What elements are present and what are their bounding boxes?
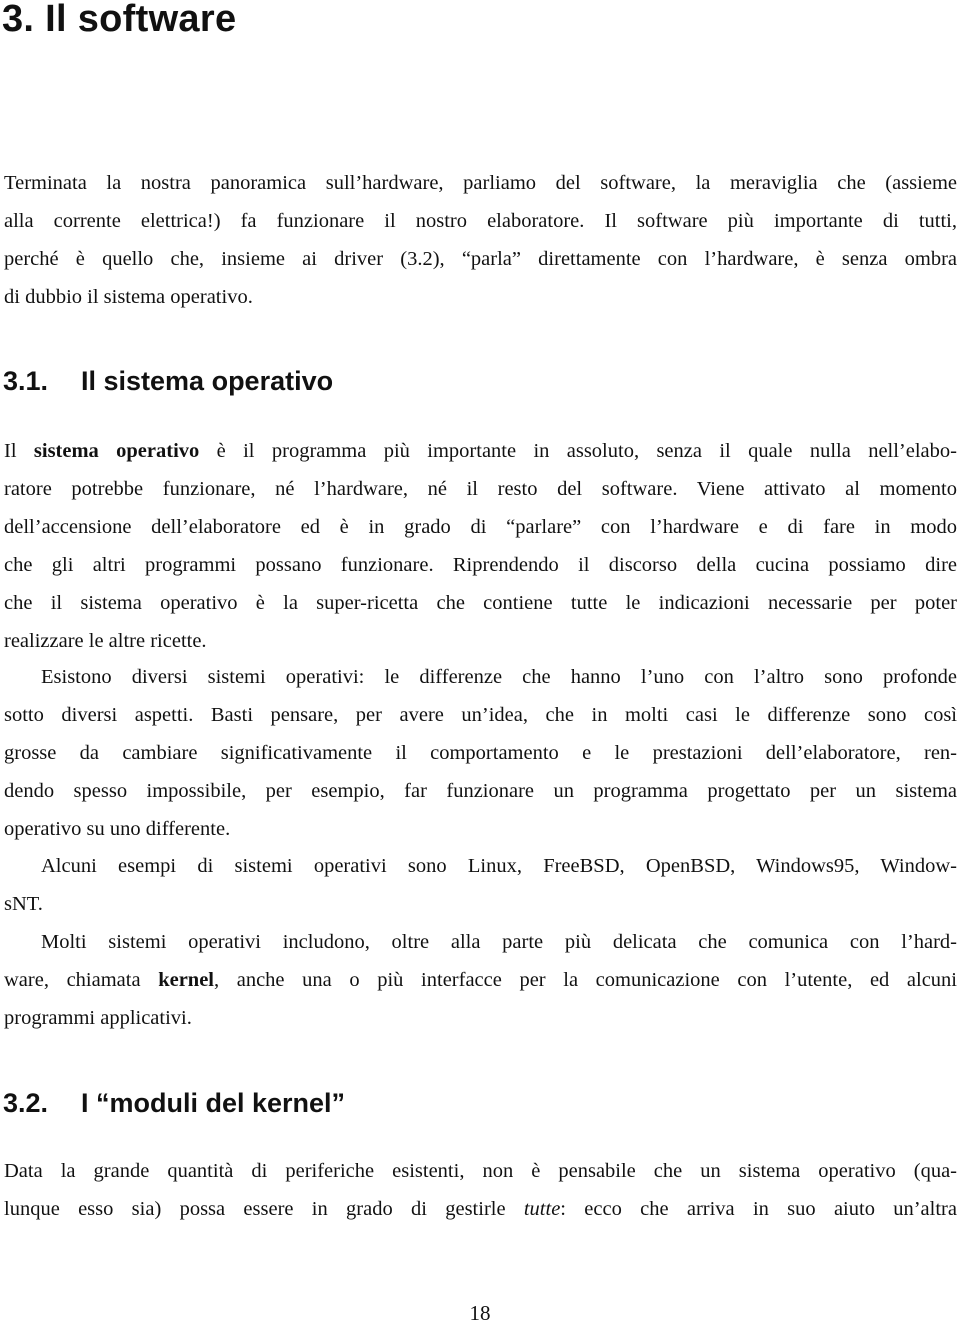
section-title: Il sistema operativo <box>81 366 334 396</box>
section-3-1-paragraph-1: Il sistema operativo è il programma più … <box>4 432 957 660</box>
bold-term: kernel <box>158 969 214 991</box>
section-number: 3.1. <box>3 366 49 396</box>
bold-term: sistema operativo <box>33 440 200 462</box>
section-3-2-paragraph-1: Data la grande quantità di periferiche e… <box>4 1152 957 1228</box>
text-line: Data la grande quantità di periferiche e… <box>4 1160 957 1182</box>
text-line: sotto diversi aspetti. Basti pensare, pe… <box>4 704 957 726</box>
text-line: Il sistema operativo è il programma più … <box>4 432 957 470</box>
text-line: realizzare le altre ricette. <box>4 630 207 652</box>
text-run: : ecco che arriva in suo aiuto un’altra <box>560 1198 957 1220</box>
text-line: Molti sistemi operativi includono, oltre… <box>41 931 957 953</box>
section-3-1-paragraph-4: Molti sistemi operativi includono, oltre… <box>4 923 957 1037</box>
text-line: grosse da cambiare significativamente il… <box>4 742 957 764</box>
text-line: Terminata la nostra panoramica sull’hard… <box>4 172 957 194</box>
text-run: , anche una o più interfacce per la comu… <box>213 969 957 991</box>
section-number: 3.2. <box>3 1088 49 1118</box>
text-line: che il sistema operativo è la super-rice… <box>4 592 957 614</box>
text-line: ware, chiamata kernel, anche una o più i… <box>4 961 957 999</box>
text-line: perché è quello che, insieme ai driver (… <box>4 248 957 270</box>
section-3-1-paragraph-3: Alcuni esempi di sistemi operativi sono … <box>4 847 957 923</box>
section-heading-3-2: 3.2. I “moduli del kernel” <box>3 1088 345 1119</box>
text-line: operativo su uno differente. <box>4 818 231 840</box>
text-run: Il <box>4 440 34 462</box>
text-run: è il programma più importante in assolut… <box>199 440 957 462</box>
italic-term: tutte <box>523 1198 561 1220</box>
text-run: lunque esso sia) possa essere in grado d… <box>4 1198 524 1220</box>
text-line: alla corrente elettrica!) fa funzionare … <box>4 210 957 232</box>
section-title: I “moduli del kernel” <box>81 1088 346 1118</box>
text-line: dendo spesso impossibile, per esempio, f… <box>4 780 957 802</box>
text-line: Alcuni esempi di sistemi operativi sono … <box>41 855 957 877</box>
text-line: lunque esso sia) possa essere in grado d… <box>4 1190 957 1228</box>
page-number: 18 <box>469 1301 491 1325</box>
text-line: sNT. <box>4 893 43 915</box>
text-line: di dubbio il sistema operativo. <box>4 286 253 308</box>
section-heading-3-1: 3.1. Il sistema operativo <box>3 366 333 397</box>
text-line: programmi applicativi. <box>4 1007 192 1029</box>
intro-paragraph: Terminata la nostra panoramica sull’hard… <box>4 164 957 316</box>
text-run: ware, chiamata <box>4 969 159 991</box>
text-line: Esistono diversi sistemi operativi: le d… <box>41 666 957 688</box>
text-line: che gli altri programmi possano funziona… <box>4 554 957 576</box>
chapter-title: 3. Il software <box>2 0 237 40</box>
text-line: dell’accensione dell’elaboratore ed è in… <box>4 516 957 538</box>
section-3-1-paragraph-2: Esistono diversi sistemi operativi: le d… <box>4 658 957 848</box>
text-line: ratore potrebbe funzionare, né l’hardwar… <box>4 478 957 500</box>
